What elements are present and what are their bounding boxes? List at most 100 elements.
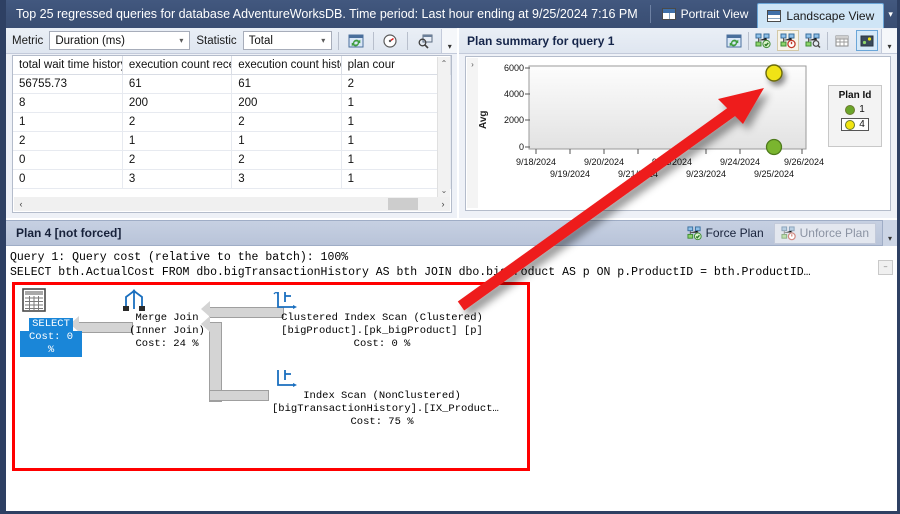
plan-status-label: Plan 4 [not forced] [16, 226, 122, 240]
column-header-plan-count[interactable]: plan cour [341, 56, 452, 75]
plan-summary-title: Plan summary for query 1 [467, 33, 615, 48]
column-header-total-wait-time-history[interactable]: total wait time history [13, 56, 123, 75]
tab-landscape-view[interactable]: Landscape View [757, 3, 885, 28]
tab-landscape-view-label: Landscape View [786, 9, 875, 23]
titlebar-overflow-button[interactable]: ▾ [884, 0, 897, 28]
cell: 200 [231, 93, 342, 113]
refresh-icon[interactable] [345, 30, 366, 51]
svg-text:9/20/2024: 9/20/2024 [584, 157, 624, 167]
legend-title: Plan Id [838, 90, 872, 101]
svg-text:9/22/2024: 9/22/2024 [652, 157, 692, 167]
svg-text:9/19/2024: 9/19/2024 [550, 169, 590, 179]
metric-select-value: Duration (ms) [55, 34, 125, 47]
plan-node-select[interactable]: SELECT Cost: 0 % [20, 288, 82, 357]
query-sql-line: SELECT bth.ActualCost FROM dbo.bigTransa… [10, 266, 811, 279]
table-row[interactable]: 0 3 3 1 [13, 169, 452, 189]
cell: 2 [231, 112, 342, 132]
index-scan-icon [273, 291, 297, 309]
refresh-icon[interactable] [723, 30, 745, 51]
hscroll-thumb[interactable] [388, 198, 418, 210]
title-divider [649, 5, 651, 23]
legend-item-plan-4[interactable]: 4 [841, 118, 869, 131]
column-header-execution-count-history[interactable]: execution count history [231, 56, 342, 75]
force-plan-button[interactable]: Force Plan [681, 224, 770, 243]
plan-node-merge-join-cost: Cost: 24 % [135, 338, 199, 350]
force-plan-icon[interactable] [752, 30, 774, 51]
legend-item-plan-1[interactable]: 1 [842, 104, 868, 115]
table-row[interactable]: 0 2 2 1 [13, 150, 452, 170]
plan-summary-toolbar: Plan summary for query 1 ▾ [459, 28, 897, 54]
table-header-row: total wait time history execution count … [13, 56, 452, 75]
grid-horizontal-scrollbar[interactable]: ‹ › [14, 197, 450, 211]
cell: 3 [122, 169, 233, 189]
query-store-window: Top 25 regressed queries for database Ad… [0, 0, 900, 514]
view-query-text-icon[interactable] [414, 30, 435, 51]
toolbar-divider [827, 31, 828, 50]
table-row[interactable]: 56755.73 61 61 2 [13, 74, 452, 94]
plan-action-bar: Plan 4 [not forced] Force Plan Unforce P… [6, 220, 897, 246]
plan-node-clustered-index-scan[interactable]: Clustered Index Scan (Clustered) [bigPro… [272, 288, 492, 351]
chart-view-icon[interactable] [856, 30, 878, 51]
query-text-area[interactable]: Query 1: Query cost (relative to the bat… [6, 248, 897, 282]
column-header-execution-count-recent[interactable]: execution count recent [122, 56, 233, 75]
table-row[interactable]: 1 2 2 1 [13, 112, 452, 132]
scroll-right-icon[interactable]: › [436, 199, 450, 209]
tab-portrait-view[interactable]: Portrait View [653, 0, 758, 28]
cell: 200 [122, 93, 233, 113]
cell: 2 [122, 150, 233, 170]
plan-node-is-cost: Cost: 75 % [350, 416, 414, 428]
svg-text:4000: 4000 [504, 89, 524, 99]
cell: 1 [341, 131, 452, 151]
grid-view-icon[interactable] [831, 30, 853, 51]
grid-vertical-scrollbar[interactable]: ⌃ ⌄ [437, 57, 450, 197]
cell: 0 [13, 169, 123, 189]
toolbar-divider [748, 31, 749, 50]
metric-label: Metric [12, 34, 44, 47]
scroll-up-icon[interactable]: ⌃ [438, 57, 450, 70]
plan-node-cis-line1: Clustered Index Scan (Clustered) [281, 312, 483, 324]
metric-select[interactable]: Duration (ms) ▾ [49, 31, 191, 50]
plan-summary-chart[interactable]: › Avg 6000 4000 2000 0 9/18/2024 9/19/20… [465, 56, 891, 211]
plan-node-index-scan[interactable]: Index Scan (NonClustered) [bigTransactio… [272, 366, 499, 429]
chart-collapse-button[interactable]: › [467, 58, 478, 208]
svg-text:9/21/2024: 9/21/2024 [618, 169, 658, 179]
plan-node-cis-line2: [bigProduct].[pk_bigProduct] [p] [281, 325, 483, 337]
query-cost-line: Query 1: Query cost (relative to the bat… [10, 251, 349, 264]
scroll-left-icon[interactable]: ‹ [14, 199, 28, 209]
cell: 61 [231, 74, 342, 94]
toolbar-divider [338, 31, 340, 50]
result-grid-icon [22, 288, 46, 312]
configure-icon[interactable] [380, 30, 401, 51]
table-row[interactable]: 2 1 1 1 [13, 131, 452, 151]
plan-summary-overflow-button[interactable]: ▾ [881, 28, 897, 53]
connector-mergejoin-bottom [209, 390, 269, 401]
track-plan-icon[interactable] [802, 30, 824, 51]
plan-node-cis-cost: Cost: 0 % [353, 338, 411, 350]
left-toolbar-overflow-button[interactable]: ▾ [441, 28, 457, 53]
cell: 1 [341, 150, 452, 170]
query-text-scroll-button[interactable]: ‒ [878, 260, 893, 275]
statistic-select[interactable]: Total ▾ [242, 31, 333, 50]
hscroll-track[interactable] [28, 197, 436, 211]
cell: 1 [122, 131, 233, 151]
plan-node-is-line1: Index Scan (NonClustered) [303, 390, 461, 402]
portrait-view-icon [661, 8, 676, 20]
chart-legend: Plan Id 1 4 [828, 85, 882, 147]
cell: 1 [341, 112, 452, 132]
plan-node-merge-join[interactable]: Merge Join (Inner Join) Cost: 24 % [121, 288, 213, 351]
scroll-down-icon[interactable]: ⌄ [438, 184, 450, 197]
plan-bar-overflow-button[interactable]: ▾ [882, 220, 897, 246]
execution-plan-canvas[interactable]: SELECT Cost: 0 % Merge Join (Inner Join)… [6, 282, 897, 511]
svg-text:2000: 2000 [504, 115, 524, 125]
unforce-plan-icon[interactable] [777, 30, 799, 51]
cell: 2 [231, 150, 342, 170]
regressed-queries-grid[interactable]: total wait time history execution count … [12, 55, 452, 213]
cell: 1 [341, 93, 452, 113]
plan-action-buttons: Force Plan Unforce Plan ▾ [681, 220, 897, 246]
chart-svg: 6000 4000 2000 0 9/18/2024 9/19/2024 9/2… [504, 63, 824, 179]
table-row[interactable]: 8 200 200 1 [13, 93, 452, 113]
merge-join-icon [123, 289, 145, 311]
window-bottom-strip [6, 508, 897, 511]
chart-y-axis-label: Avg [478, 110, 489, 129]
svg-text:9/18/2024: 9/18/2024 [516, 157, 556, 167]
